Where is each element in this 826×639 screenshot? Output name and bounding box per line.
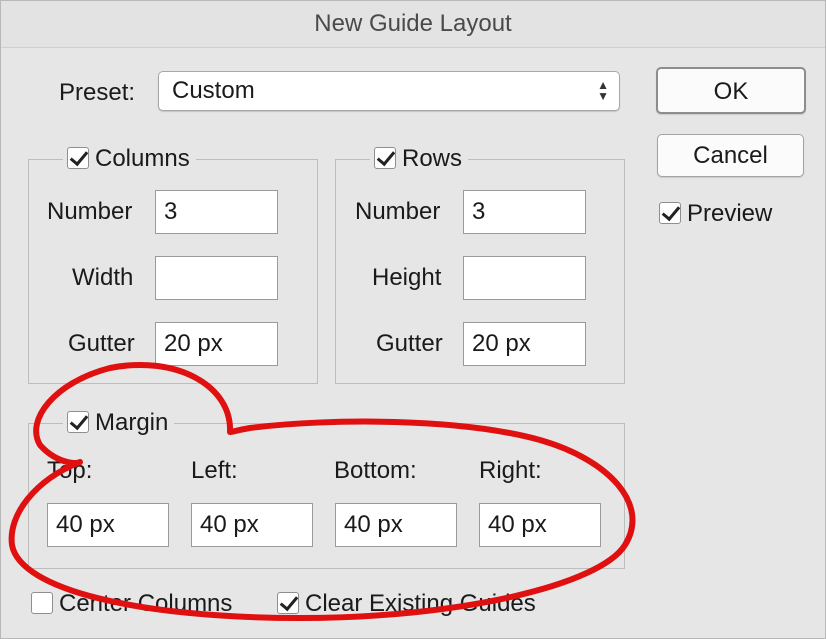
center-columns-checkbox[interactable] [31,592,53,614]
rows-number-label: Number [355,198,441,225]
clear-guides-option[interactable]: Clear Existing Guides [277,589,536,619]
preset-select[interactable]: Custom ▲ ▼ [158,71,620,111]
margin-checkbox[interactable] [67,411,89,433]
columns-legend[interactable]: Columns [63,144,196,174]
rows-gutter-label: Gutter [376,330,443,357]
rows-label: Rows [402,145,463,172]
margin-right-field[interactable]: 40 px [479,503,601,547]
margin-bottom-label: Bottom: [334,457,417,484]
new-guide-layout-dialog: New Guide Layout Preset: Custom ▲ ▼ OK Ca… [0,0,826,639]
columns-width-field[interactable] [155,256,278,300]
clear-guides-checkbox[interactable] [277,592,299,614]
columns-checkbox[interactable] [67,147,89,169]
preset-value: Custom [172,77,255,104]
rows-height-label: Height [372,264,442,291]
columns-width-label: Width [72,264,134,291]
cancel-button[interactable]: Cancel [657,134,804,177]
margin-left-label: Left: [191,457,238,484]
dialog-title: New Guide Layout [1,1,825,48]
margin-top-field[interactable]: 40 px [47,503,169,547]
rows-legend[interactable]: Rows [370,144,469,174]
margin-right-label: Right: [479,457,542,484]
columns-label: Columns [95,145,190,172]
rows-number-field[interactable]: 3 [463,190,586,234]
ok-button[interactable]: OK [656,67,806,114]
preview-option[interactable]: Preview [659,199,772,229]
preset-label: Preset: [59,79,136,106]
columns-gutter-field[interactable]: 20 px [155,322,278,366]
rows-height-field[interactable] [463,256,586,300]
preview-checkbox[interactable] [659,202,681,224]
margin-left-field[interactable]: 40 px [191,503,313,547]
margin-bottom-field[interactable]: 40 px [335,503,457,547]
center-columns-option[interactable]: Center Columns [31,589,232,619]
rows-gutter-field[interactable]: 20 px [463,322,586,366]
preview-label: Preview [687,200,773,227]
margin-label: Margin [95,409,169,436]
center-columns-label: Center Columns [59,590,233,617]
margin-group [28,423,625,569]
columns-number-field[interactable]: 3 [155,190,278,234]
clear-guides-label: Clear Existing Guides [305,590,536,617]
margin-legend[interactable]: Margin [63,408,175,438]
margin-top-label: Top: [47,457,93,484]
select-arrows-icon: ▲ ▼ [597,78,609,103]
columns-gutter-label: Gutter [68,330,135,357]
columns-number-label: Number [47,198,133,225]
rows-checkbox[interactable] [374,147,396,169]
